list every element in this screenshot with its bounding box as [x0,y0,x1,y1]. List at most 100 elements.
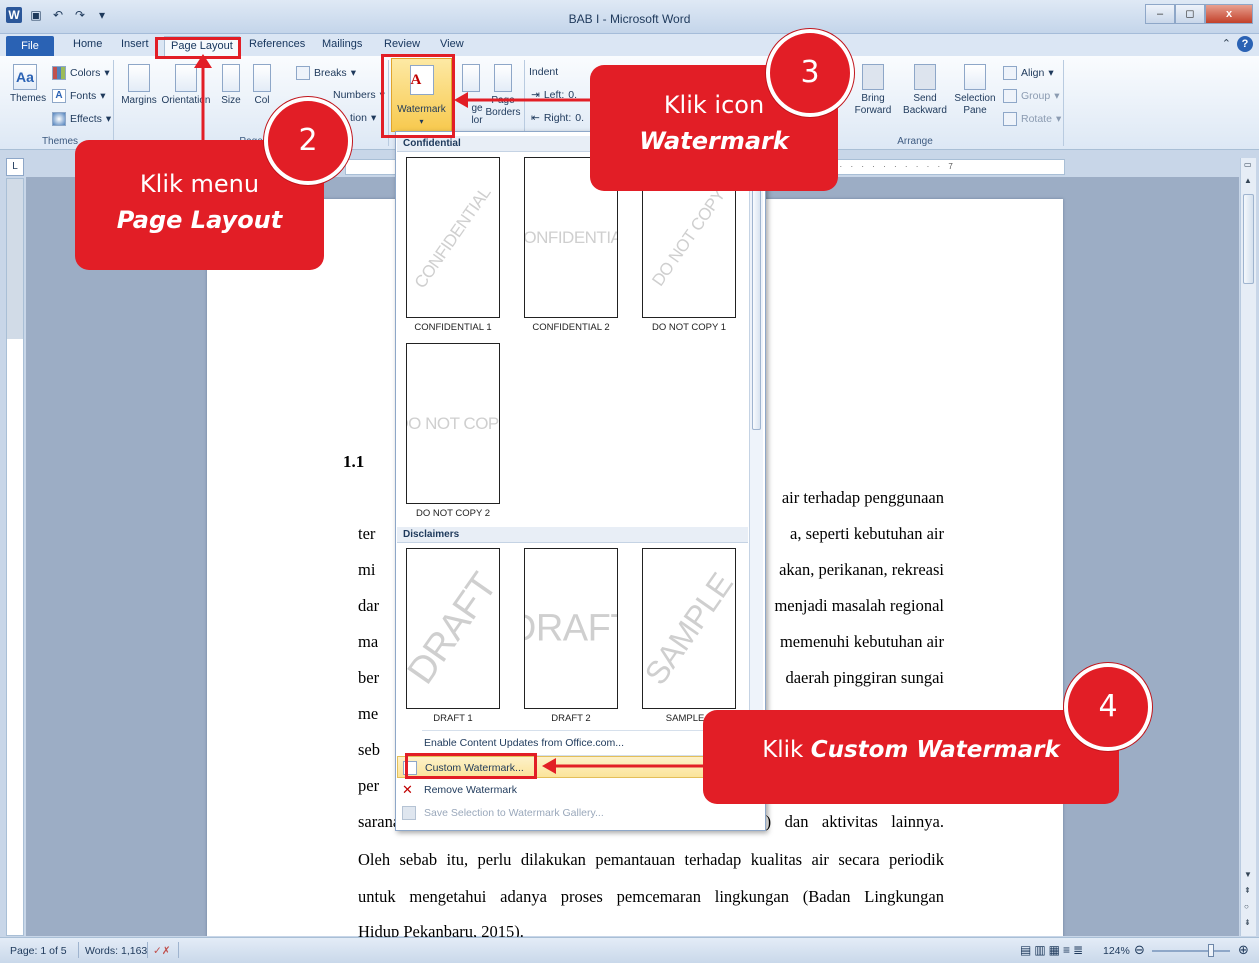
margins-button[interactable]: Margins [118,64,160,107]
selection-pane-button[interactable]: Selection Pane [952,64,998,117]
effects-button[interactable]: Effects ▾ [52,112,111,126]
tab-references[interactable]: References [249,38,305,50]
indent-right-field[interactable]: ⇤ Right: 0. [531,112,584,124]
indent-left-value: 0. [568,89,578,101]
size-icon [222,64,240,92]
callout-step-2-line2: Page Layout [116,206,283,234]
page-borders-icon [494,64,512,92]
proofing-icon[interactable]: ✓✗ [153,945,171,957]
scroll-thumb[interactable] [1243,194,1254,284]
help-icon[interactable]: ? [1237,36,1253,52]
split-icon[interactable]: ▭ [1244,160,1252,169]
columns-label: Col [254,95,270,106]
send-backward-button[interactable]: Send Backward [900,64,950,117]
zoom-slider[interactable] [1152,950,1230,952]
group-button[interactable]: Group ▾ [1003,89,1059,103]
zoom-in-icon[interactable]: ⊕ [1238,942,1249,958]
step-4-badge: 4 [1064,663,1152,751]
highlight-watermark [381,54,455,138]
document-line-fragment: a, seperti kebutuhan air [790,524,944,543]
window-controls: – ◻ x [1145,4,1253,24]
status-separator [178,942,179,958]
watermark-preview-text: DRAFT [525,607,617,649]
send-backward-label-line2: Backward [903,105,947,116]
save-selection-item[interactable]: Save Selection to Watermark Gallery... [397,802,764,824]
rotate-label: Rotate [1021,113,1052,125]
columns-button[interactable]: Col [250,64,274,107]
document-line-fragment: ter [358,524,376,543]
tab-view[interactable]: View [440,38,464,50]
gallery-scroll-thumb[interactable] [752,150,761,430]
page-borders-button[interactable]: Page Borders [485,64,521,119]
document-line-fragment: me [358,704,379,723]
themes-button[interactable]: Aa Themes [10,64,46,105]
effects-icon [52,112,66,126]
orientation-icon [175,64,197,92]
save-selection-icon [402,806,416,820]
page-color-button[interactable] [458,64,484,95]
line-numbers-button[interactable]: Numbers ▾ [333,89,385,101]
scroll-up-icon[interactable]: ▲ [1244,176,1252,185]
previous-page-icon[interactable]: ⇞ [1244,886,1251,895]
view-buttons-icon[interactable]: ▤▥▦≡≣ [1020,943,1086,957]
align-icon [1003,66,1017,80]
tab-selector-button[interactable]: L [6,158,24,176]
rotate-button[interactable]: Rotate ▾ [1003,112,1061,126]
remove-watermark-label: Remove Watermark [424,784,517,796]
gallery-section-disclaimers: Disclaimers [397,527,748,543]
watermark-sample-1[interactable]: SAMPLE [642,548,736,709]
tab-home[interactable]: Home [73,38,102,50]
colors-button[interactable]: Colors ▾ [52,66,110,80]
indent-right-value: 0. [575,112,585,124]
bring-forward-button[interactable]: Bring Forward [850,64,896,117]
callout-step-4: Klik Custom Watermark [703,710,1119,804]
themes-group-label: Themes [41,136,79,147]
watermark-label: DO NOT COPY 1 [651,322,727,333]
document-line-fragment: air terhadap penggunaan [781,488,944,507]
next-page-icon[interactable]: ⇟ [1244,918,1251,927]
breaks-icon [296,66,310,80]
browse-object-icon[interactable]: ○ [1244,902,1249,911]
zoom-level[interactable]: 124% [1103,945,1130,957]
tab-file[interactable]: File [6,36,54,56]
tab-insert[interactable]: Insert [121,38,149,50]
window-title: BAB I - Microsoft Word [568,12,691,26]
vertical-ruler[interactable] [6,178,24,936]
zoom-slider-handle[interactable] [1208,944,1214,957]
breaks-button[interactable]: Breaks ▾ [296,66,356,80]
fonts-button[interactable]: A Fonts ▾ [52,89,106,103]
watermark-draft-1[interactable]: DRAFT [406,548,500,709]
line-numbers-label: Numbers [333,89,376,101]
minimize-ribbon-icon[interactable]: ⌃ [1222,37,1231,50]
minimize-button[interactable]: – [1145,4,1175,24]
watermark-label: DO NOT COPY 2 [415,508,491,519]
watermark-label: CONFIDENTIAL 2 [532,322,610,333]
vertical-scrollbar[interactable]: ▭ ▲ ▼ ⇞ ○ ⇟ [1240,158,1256,936]
gallery-scrollbar[interactable] [749,146,763,726]
size-button[interactable]: Size [218,64,244,107]
tab-mailings[interactable]: Mailings [322,38,362,50]
scroll-down-icon[interactable]: ▼ [1244,870,1252,879]
hyphenation-label: tion [350,112,367,124]
close-button[interactable]: x [1205,4,1253,24]
title-bar: W ▣ ↶ ↷ ▾ BAB I - Microsoft Word – ◻ x [0,0,1259,34]
watermark-do-not-copy-2[interactable]: DO NOT COPY [406,343,500,504]
callout-step-3-line2: Watermark [639,127,789,155]
step-2-badge: 2 [264,97,352,185]
zoom-out-icon[interactable]: ⊖ [1134,942,1145,958]
word-count[interactable]: Words: 1,163 [85,945,147,957]
indent-left-field[interactable]: ⇥ Left: 0. [531,89,577,101]
document-line-fragment: memenuhi kebutuhan air [779,632,944,651]
orientation-button[interactable]: Orientation [158,64,214,107]
selection-pane-icon [964,64,986,90]
hyphenation-button[interactable]: tion ▾ [350,112,376,124]
watermark-confidential-1[interactable]: CONFIDENTIAL [406,157,500,318]
document-line-fragment: daerah pinggiran sungai [785,668,944,687]
align-button[interactable]: Align ▾ [1003,66,1054,80]
tab-review[interactable]: Review [384,38,420,50]
maximize-button[interactable]: ◻ [1175,4,1205,24]
watermark-draft-2[interactable]: DRAFT [524,548,618,709]
ruler-margin-shade [7,179,23,339]
page-count[interactable]: Page: 1 of 5 [10,945,67,957]
group-icon [1003,89,1017,103]
